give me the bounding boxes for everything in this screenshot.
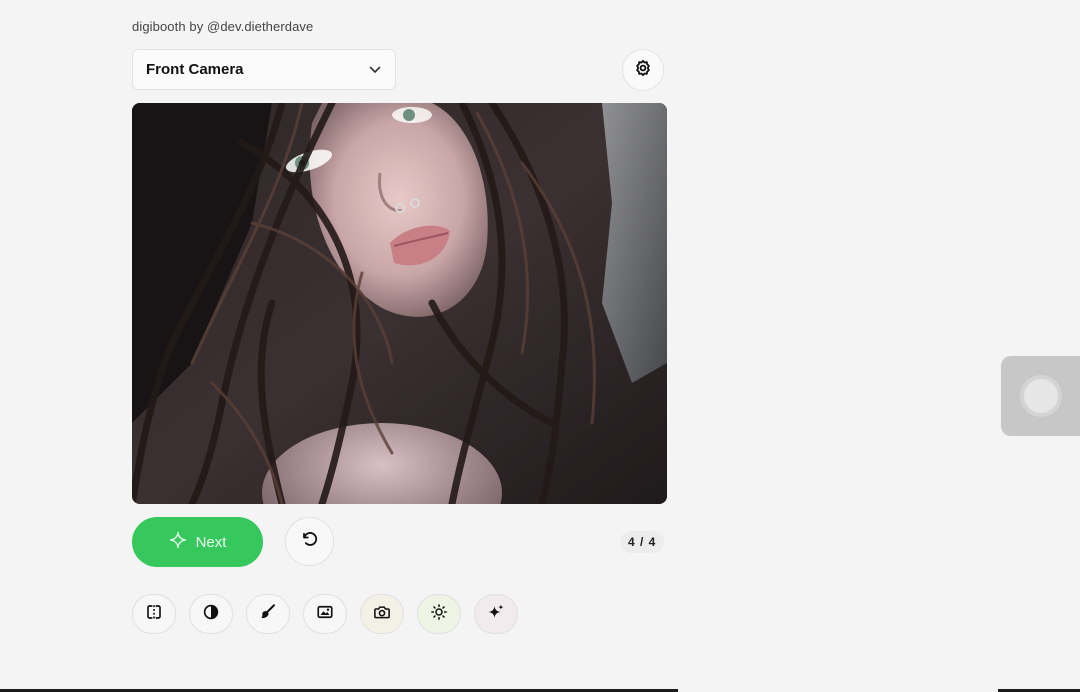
- brightness-button[interactable]: [417, 594, 461, 634]
- capture-button[interactable]: [360, 594, 404, 634]
- contrast-icon: [202, 603, 220, 626]
- frame-button[interactable]: [303, 594, 347, 634]
- camera-select[interactable]: Front Camera: [132, 49, 396, 90]
- contrast-button[interactable]: [189, 594, 233, 634]
- brush-icon: [259, 603, 277, 626]
- tool-row: [132, 594, 518, 634]
- gear-icon: [634, 59, 652, 82]
- shot-counter: 4 / 4: [620, 531, 665, 553]
- camera-icon: [373, 603, 391, 626]
- floating-assistive-button[interactable]: [1001, 356, 1080, 436]
- app-credit: digibooth by @dev.dietherdave: [132, 19, 314, 34]
- camera-preview: [132, 103, 667, 504]
- floating-button-dot: [1023, 379, 1058, 413]
- reset-button[interactable]: [285, 517, 334, 566]
- sparkle-icon: [169, 531, 187, 553]
- chevron-down-icon: [369, 66, 381, 74]
- effects-button[interactable]: [474, 594, 518, 634]
- brightness-icon: [430, 603, 448, 626]
- brush-button[interactable]: [246, 594, 290, 634]
- next-button-label: Next: [195, 533, 227, 551]
- rotate-ccw-icon: [301, 530, 319, 553]
- sparkles-icon: [487, 603, 505, 626]
- image-frame-icon: [316, 603, 334, 626]
- flip-mirror-icon: [145, 603, 163, 626]
- mirror-button[interactable]: [132, 594, 176, 634]
- next-button[interactable]: Next: [132, 517, 263, 567]
- settings-button[interactable]: [622, 49, 664, 91]
- camera-select-value: Front Camera: [146, 61, 244, 78]
